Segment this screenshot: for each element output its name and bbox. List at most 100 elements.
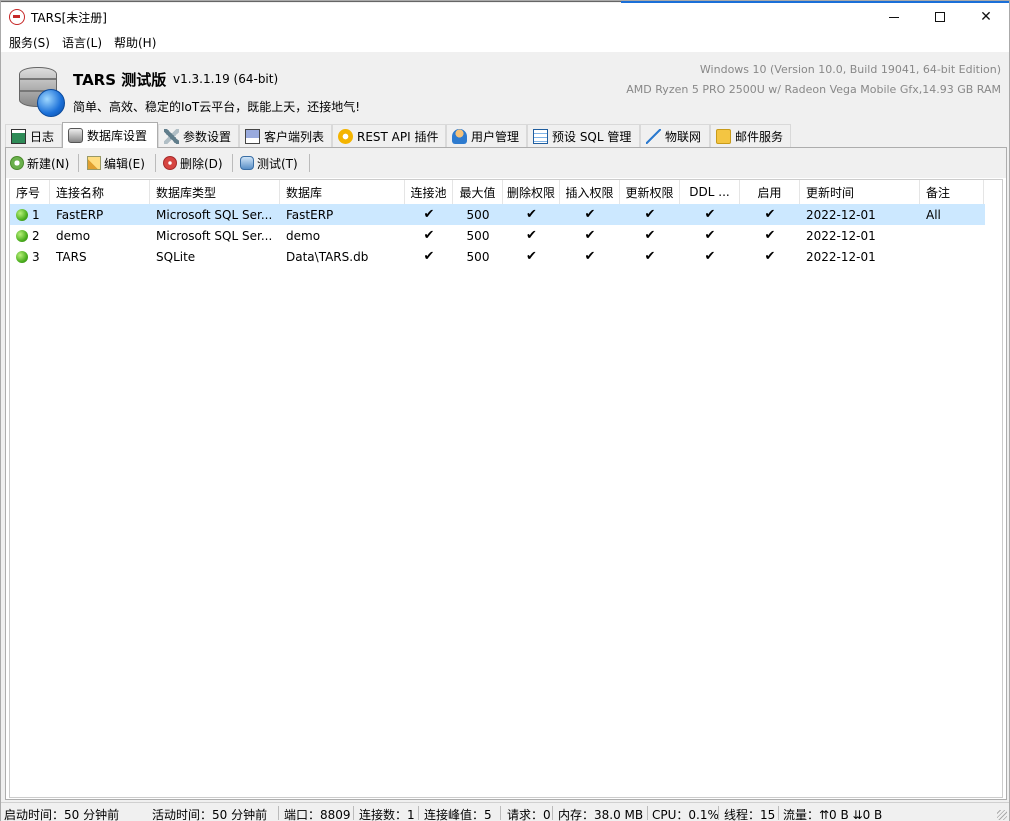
menu-help[interactable]: 帮助(H)	[114, 34, 156, 51]
column-header-database[interactable]: 数据库	[280, 180, 405, 204]
new-button[interactable]: 新建(N)	[10, 154, 69, 172]
column-header-note[interactable]: 备注	[920, 180, 984, 204]
close-button[interactable]: ✕	[963, 3, 1009, 31]
table-row[interactable]: 2 demo Microsoft SQL Ser... demo ✔ 500 ✔…	[10, 225, 985, 246]
minimize-icon	[889, 16, 899, 18]
tab-parameter-settings[interactable]: 参数设置	[158, 124, 239, 148]
menu-language[interactable]: 语言(L)	[62, 34, 102, 51]
column-header-insert-perm[interactable]: 插入权限	[560, 180, 620, 204]
grid-header: 序号 连接名称 数据库类型 数据库 连接池 最大值 删除权限 插入权限 更新权限…	[10, 180, 985, 204]
column-header-enabled[interactable]: 启用	[740, 180, 800, 204]
status-cpu: CPU：0.1%	[652, 808, 719, 821]
api-plugin-icon	[338, 129, 353, 144]
row-enabled-check-icon: ✔	[764, 228, 776, 243]
hardware-info: AMD Ryzen 5 PRO 2500U w/ Radeon Vega Mob…	[626, 83, 1001, 96]
status-separator	[500, 806, 501, 820]
column-header-name[interactable]: 连接名称	[50, 180, 150, 204]
app-logo-icon	[9, 9, 25, 25]
status-active-time: 活动时间：50 分钟前	[152, 808, 268, 821]
row-insert-check-icon: ✔	[584, 249, 596, 264]
status-separator	[647, 806, 648, 820]
status-threads: 线程：15	[724, 808, 776, 821]
tab-log[interactable]: 日志	[5, 124, 62, 148]
row-enabled-check-icon: ✔	[764, 207, 776, 222]
delete-button[interactable]: 删除(D)	[163, 154, 223, 172]
tab-rest-api-plugin[interactable]: REST API 插件	[332, 124, 446, 148]
tab-user-management[interactable]: 用户管理	[446, 124, 527, 148]
database-settings-panel: 新建(N) 编辑(E) 删除(D) 测试(T) 序号 连接名称 数据库类型 数据…	[5, 147, 1007, 800]
column-header-index[interactable]: 序号	[10, 180, 50, 204]
status-green-icon	[16, 208, 28, 221]
add-icon	[10, 156, 24, 170]
status-requests: 请求：0	[507, 808, 551, 821]
row-pool-check-icon: ✔	[423, 228, 435, 243]
status-traffic: 流量：⇈0 B ⇊0 B	[783, 808, 883, 821]
mail-icon	[716, 129, 731, 144]
edit-icon	[87, 156, 101, 170]
tab-client-list[interactable]: 客户端列表	[239, 124, 332, 148]
os-info: Windows 10 (Version 10.0, Build 19041, 6…	[699, 63, 1001, 76]
tab-iot[interactable]: 物联网	[640, 124, 710, 148]
user-icon	[452, 129, 467, 144]
database-icon	[68, 128, 83, 143]
status-green-icon	[16, 250, 28, 263]
resize-grip-icon[interactable]	[997, 810, 1007, 820]
row-name: demo	[56, 228, 91, 243]
status-memory: 内存：38.0 MB	[558, 808, 644, 821]
table-row[interactable]: 3 TARS SQLite Data\TARS.db ✔ 500 ✔ ✔ ✔ ✔…	[10, 246, 985, 267]
edit-button[interactable]: 编辑(E)	[87, 154, 145, 172]
status-separator	[718, 806, 719, 820]
close-icon: ✕	[980, 9, 992, 25]
row-database: demo	[286, 228, 321, 243]
connections-grid: 序号 连接名称 数据库类型 数据库 连接池 最大值 删除权限 插入权限 更新权限…	[9, 179, 1003, 798]
maximize-button[interactable]	[917, 3, 963, 31]
row-index: 2	[10, 225, 50, 246]
toolbar: 新建(N) 编辑(E) 删除(D) 测试(T)	[6, 148, 1006, 178]
app-window: TARS[未注册] ✕ 服务(S) 语言(L) 帮助(H) TARS 测试版 v…	[0, 0, 1010, 821]
client-icon	[245, 129, 260, 144]
toolbar-separator	[232, 154, 233, 172]
row-insert-check-icon: ✔	[584, 207, 596, 222]
row-name: TARS	[56, 249, 87, 264]
row-ddl-check-icon: ✔	[704, 207, 716, 222]
row-db-type: Microsoft SQL Ser...	[156, 207, 273, 222]
maximize-icon	[935, 12, 945, 22]
window-title: TARS[未注册]	[31, 11, 107, 25]
row-max: 500	[466, 207, 490, 222]
row-pool-check-icon: ✔	[423, 207, 435, 222]
status-bar: 启动时间：50 分钟前 活动时间：50 分钟前 端口：8809 连接数：1 连接…	[1, 802, 1009, 821]
row-max: 500	[466, 228, 490, 243]
tab-database-settings[interactable]: 数据库设置	[62, 122, 158, 148]
row-updated: 2022-12-01	[806, 207, 876, 222]
minimize-button[interactable]	[871, 3, 917, 31]
status-separator	[778, 806, 779, 820]
app-header: TARS 测试版 v1.3.1.19 (64-bit) 简单、高效、稳定的IoT…	[1, 52, 1009, 121]
delete-icon	[163, 156, 177, 170]
column-header-updated[interactable]: 更新时间	[800, 180, 920, 204]
test-button[interactable]: 测试(T)	[240, 154, 298, 172]
menu-bar: 服务(S) 语言(L) 帮助(H)	[1, 31, 1009, 52]
log-icon	[11, 129, 26, 144]
column-header-db-type[interactable]: 数据库类型	[150, 180, 280, 204]
column-header-pool[interactable]: 连接池	[405, 180, 453, 204]
status-connections: 连接数：1	[359, 808, 415, 821]
row-insert-check-icon: ✔	[584, 228, 596, 243]
row-pool-check-icon: ✔	[423, 249, 435, 264]
row-db-type: Microsoft SQL Ser...	[156, 228, 273, 243]
row-updated: 2022-12-01	[806, 228, 876, 243]
tab-preset-sql[interactable]: 预设 SQL 管理	[527, 124, 640, 148]
toolbar-separator	[78, 154, 79, 172]
title-bar[interactable]: TARS[未注册] ✕	[1, 3, 1009, 31]
column-header-update-perm[interactable]: 更新权限	[620, 180, 680, 204]
menu-service[interactable]: 服务(S)	[9, 34, 50, 51]
iot-icon	[646, 129, 661, 144]
tab-mail-service[interactable]: 邮件服务	[710, 124, 791, 148]
row-update-check-icon: ✔	[644, 207, 656, 222]
status-separator	[418, 806, 419, 820]
row-db-type: SQLite	[156, 249, 196, 264]
table-row[interactable]: 1 FastERP Microsoft SQL Ser... FastERP ✔…	[10, 204, 985, 225]
status-green-icon	[16, 229, 28, 242]
column-header-max[interactable]: 最大值	[453, 180, 503, 204]
column-header-delete-perm[interactable]: 删除权限	[503, 180, 560, 204]
column-header-ddl[interactable]: DDL ...	[680, 180, 740, 204]
